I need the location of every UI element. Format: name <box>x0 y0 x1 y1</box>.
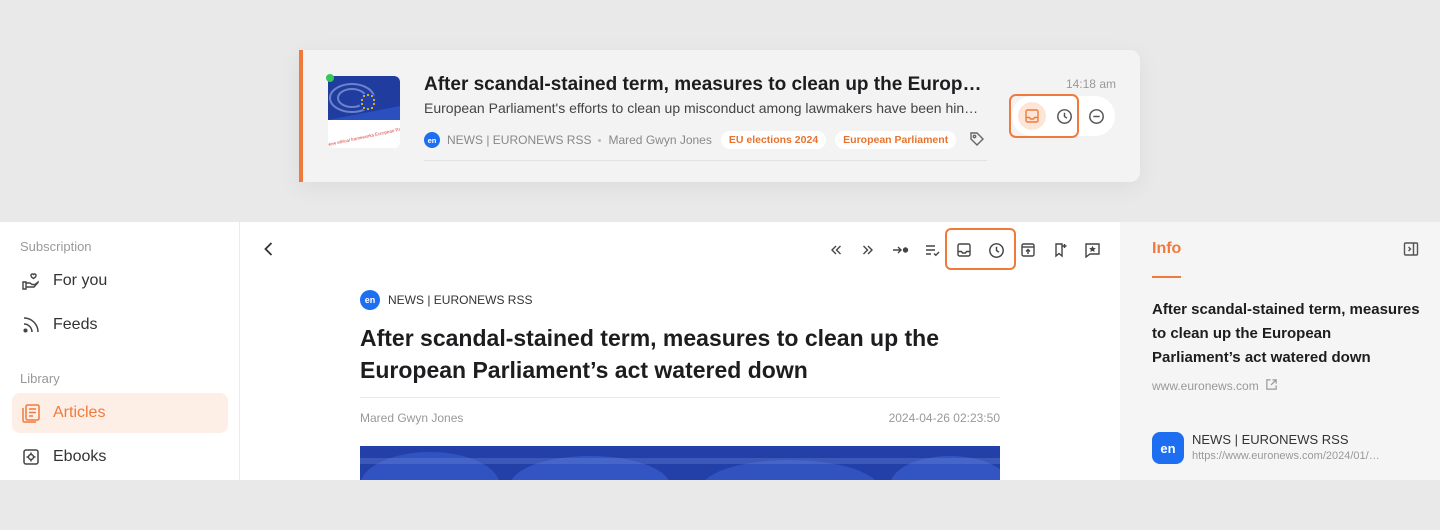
card-summary: European Parliament's efforts to clean u… <box>424 100 984 116</box>
list-check-icon[interactable] <box>921 239 943 261</box>
tag-icon[interactable] <box>969 131 985 150</box>
sidebar-item-feeds[interactable]: Feeds <box>12 305 228 345</box>
card-meta: en NEWS | EURONEWS RSS Mared Gwyn Jones … <box>424 130 985 150</box>
article-source: en NEWS | EURONEWS RSS <box>360 290 532 310</box>
selected-accent-bar <box>299 50 303 182</box>
panel-toggle-icon[interactable] <box>1402 240 1422 260</box>
article-date: 2024-04-26 02:23:50 <box>888 411 1000 425</box>
bookmark-icon[interactable] <box>1049 239 1071 261</box>
card-source: NEWS | EURONEWS RSS <box>447 133 592 147</box>
article-title: After scandal-stained term, measures to … <box>360 325 940 383</box>
tab-info[interactable]: Info <box>1152 240 1181 258</box>
sidebar-item-label: Ebooks <box>53 448 107 465</box>
chevrons-left-icon[interactable] <box>825 239 847 261</box>
article-divider <box>360 397 1000 398</box>
sidebar: Subscription For you Feeds Library Artic… <box>0 222 240 480</box>
euronews-logo-icon: en <box>360 290 380 310</box>
meta-separator <box>598 138 602 142</box>
info-title: After scandal-stained term, measures to … <box>1152 301 1420 366</box>
article-author: Mared Gwyn Jones <box>360 411 464 425</box>
article-list-card[interactable]: New ethical frameworks European Parli Af… <box>299 50 1140 182</box>
info-panel: Info After scandal-stained term, measure… <box>1120 222 1440 480</box>
star-comment-icon[interactable] <box>1081 239 1103 261</box>
feed-name: NEWS | EURONEWS RSS <box>1192 432 1349 447</box>
sidebar-item-label: For you <box>53 272 108 289</box>
tag-chip[interactable]: EU elections 2024 <box>720 131 827 149</box>
euronews-logo-icon: en <box>424 132 440 148</box>
archive-icon[interactable] <box>1017 239 1039 261</box>
sidebar-item-label: Articles <box>53 404 106 421</box>
ebook-icon <box>20 446 42 468</box>
card-divider <box>424 160 987 161</box>
chevrons-right-icon[interactable] <box>857 239 879 261</box>
feed-url: https://www.euronews.com/2024/01/… <box>1192 450 1380 462</box>
minus-circle-icon[interactable] <box>1082 102 1110 130</box>
arrow-dot-icon[interactable] <box>889 239 911 261</box>
external-link-icon[interactable] <box>1265 378 1278 394</box>
info-domain[interactable]: www.euronews.com <box>1152 378 1278 394</box>
article-view: en NEWS | EURONEWS RSS After scandal-sta… <box>240 222 1120 480</box>
sidebar-item-label: Feeds <box>53 316 98 333</box>
article-hero-image <box>360 446 1000 480</box>
sidebar-item-for-you[interactable]: For you <box>12 261 228 301</box>
section-label-subscription: Subscription <box>20 239 92 254</box>
hand-heart-icon <box>20 270 42 292</box>
card-title[interactable]: After scandal-stained term, measures to … <box>424 74 984 96</box>
articles-icon <box>20 402 42 424</box>
highlight-frame <box>1009 94 1079 138</box>
highlight-frame <box>945 228 1016 270</box>
tab-underline <box>1152 276 1181 278</box>
unread-indicator <box>326 74 334 82</box>
tag-chip[interactable]: European Parliament <box>835 131 957 149</box>
card-author: Mared Gwyn Jones <box>608 133 712 147</box>
euronews-logo-icon: en <box>1152 432 1184 464</box>
article-source-name[interactable]: NEWS | EURONEWS RSS <box>388 293 532 307</box>
info-feed[interactable]: en NEWS | EURONEWS RSS https://www.euron… <box>1152 432 1406 464</box>
sidebar-item-ebooks[interactable]: Ebooks <box>12 437 228 477</box>
rss-icon <box>20 314 42 336</box>
article-thumbnail: New ethical frameworks European Parli <box>328 76 400 148</box>
section-label-library: Library <box>20 371 60 386</box>
sidebar-item-articles[interactable]: Articles <box>12 393 228 433</box>
reader-app: Subscription For you Feeds Library Artic… <box>0 222 1440 480</box>
card-time: 14:18 am <box>1065 77 1116 91</box>
info-domain-text[interactable]: www.euronews.com <box>1152 379 1259 393</box>
back-arrow-icon[interactable] <box>258 238 280 260</box>
